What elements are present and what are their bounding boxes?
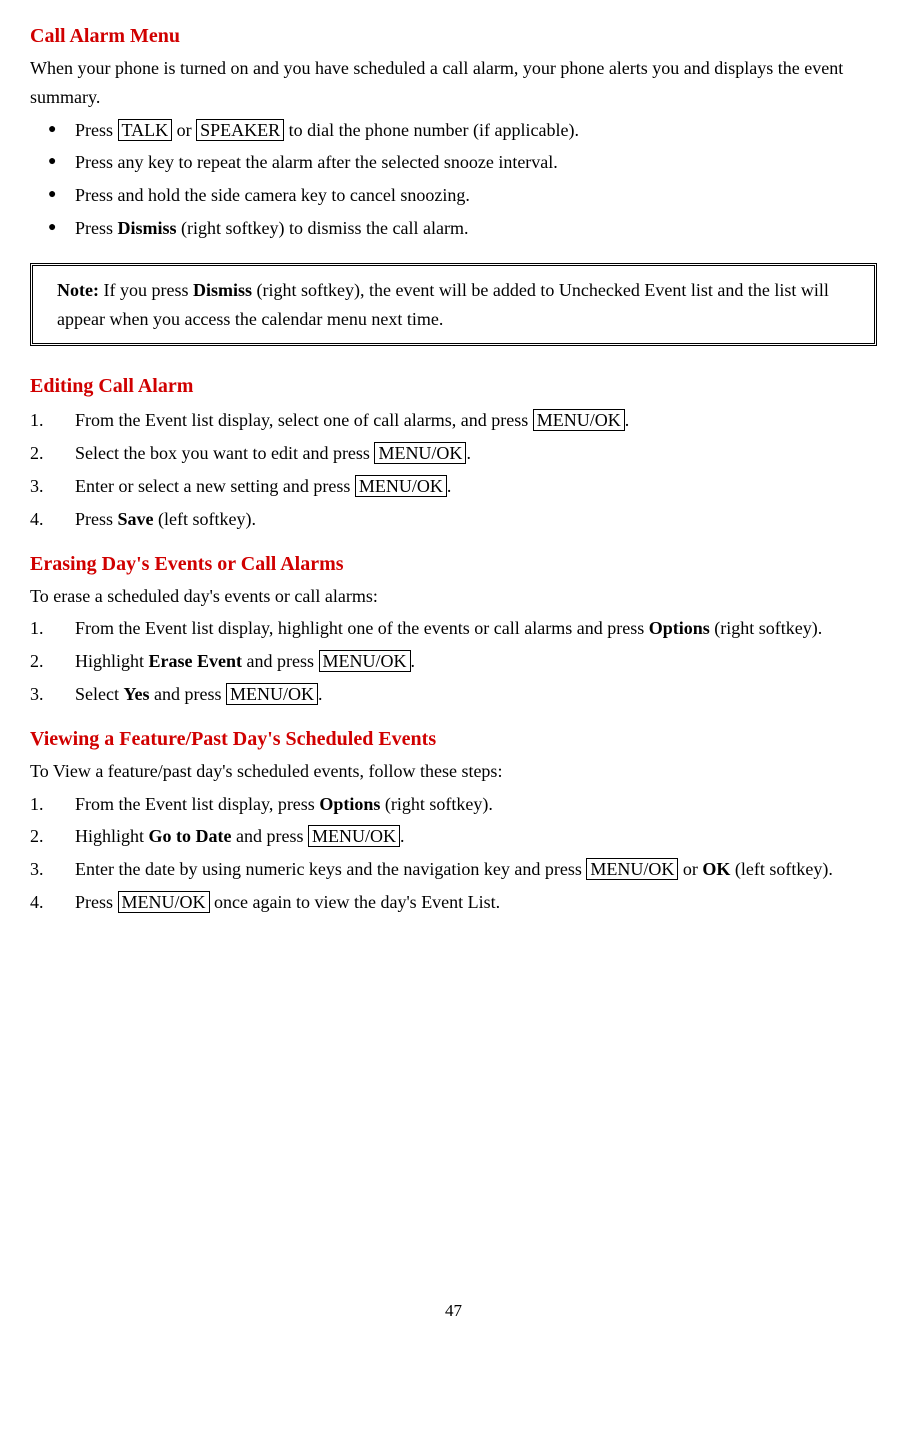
menu-label: Yes (123, 684, 149, 704)
key-label: SPEAKER (196, 119, 284, 141)
menu-label: Go to Date (149, 826, 232, 846)
section-intro: To View a feature/past day's scheduled e… (30, 757, 877, 786)
step-item: Highlight Erase Event and press MENU/OK. (30, 647, 877, 676)
step-item: Enter the date by using numeric keys and… (30, 855, 877, 884)
section-heading: Viewing a Feature/Past Day's Scheduled E… (30, 723, 877, 755)
bullet-item: Press any key to repeat the alarm after … (30, 148, 877, 177)
bullet-list: Press TALK or SPEAKER to dial the phone … (30, 116, 877, 243)
key-label: MENU/OK (308, 825, 400, 847)
step-list: From the Event list display, highlight o… (30, 614, 877, 708)
page-number: 47 (30, 1297, 877, 1324)
section-heading: Erasing Day's Events or Call Alarms (30, 548, 877, 580)
step-item: Press MENU/OK once again to view the day… (30, 888, 877, 917)
step-item: Select Yes and press MENU/OK. (30, 680, 877, 709)
step-item: Press Save (left softkey). (30, 505, 877, 534)
step-item: From the Event list display, highlight o… (30, 614, 877, 643)
bullet-item: Press and hold the side camera key to ca… (30, 181, 877, 210)
softkey-label: Dismiss (118, 218, 177, 238)
section-intro: When your phone is turned on and you hav… (30, 54, 877, 112)
bullet-item: Press TALK or SPEAKER to dial the phone … (30, 116, 877, 145)
step-item: Highlight Go to Date and press MENU/OK. (30, 822, 877, 851)
softkey-label: Options (649, 618, 710, 638)
step-list: From the Event list display, press Optio… (30, 790, 877, 917)
step-item: From the Event list display, press Optio… (30, 790, 877, 819)
key-label: MENU/OK (533, 409, 625, 431)
key-label: MENU/OK (226, 683, 318, 705)
softkey-label: Save (118, 509, 154, 529)
step-item: From the Event list display, select one … (30, 406, 877, 435)
section-intro: To erase a scheduled day's events or cal… (30, 582, 877, 611)
key-label: TALK (118, 119, 173, 141)
step-list: From the Event list display, select one … (30, 406, 877, 533)
key-label: MENU/OK (374, 442, 466, 464)
section-heading: Call Alarm Menu (30, 20, 877, 52)
key-label: MENU/OK (355, 475, 447, 497)
softkey-label: OK (702, 859, 730, 879)
softkey-label: Options (319, 794, 380, 814)
section-heading: Editing Call Alarm (30, 370, 877, 402)
menu-label: Erase Event (149, 651, 243, 671)
key-label: MENU/OK (586, 858, 678, 880)
step-item: Select the box you want to edit and pres… (30, 439, 877, 468)
key-label: MENU/OK (319, 650, 411, 672)
note-box: Note: If you press Dismiss (right softke… (30, 263, 877, 347)
key-label: MENU/OK (118, 891, 210, 913)
bullet-item: Press Dismiss (right softkey) to dismiss… (30, 214, 877, 243)
note-label: Note: (57, 280, 99, 300)
step-item: Enter or select a new setting and press … (30, 472, 877, 501)
softkey-label: Dismiss (193, 280, 252, 300)
